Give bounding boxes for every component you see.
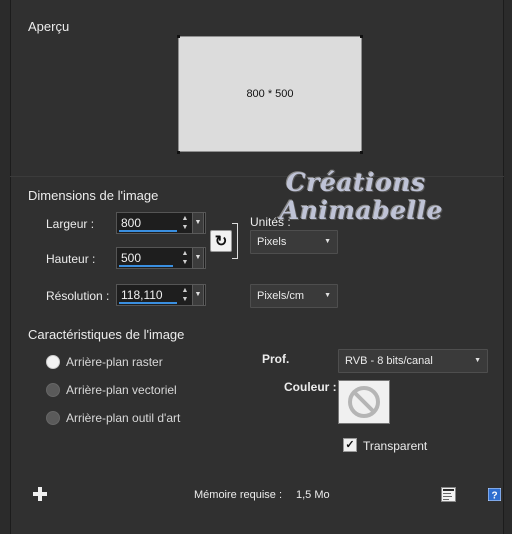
- transparent-checkbox[interactable]: ✓: [343, 438, 357, 452]
- plus-icon[interactable]: [33, 487, 47, 501]
- characteristics-title: Caractéristiques de l'image: [28, 327, 185, 342]
- preview-size-label: 800 * 500: [246, 88, 294, 100]
- color-swatch[interactable]: [338, 380, 390, 424]
- width-spinbox[interactable]: 800 ▲ ▼ ▼: [116, 212, 206, 234]
- width-stepper[interactable]: ▲ ▼: [180, 214, 190, 232]
- chevron-down-icon: ▼: [324, 292, 331, 299]
- resolution-stepper[interactable]: ▲ ▼: [180, 286, 190, 304]
- help-icon[interactable]: ?: [488, 488, 501, 501]
- preview-title: Aperçu: [28, 19, 70, 34]
- memory-label: Mémoire requise :: [194, 489, 283, 501]
- height-label: Hauteur :: [46, 252, 96, 266]
- radio-art-media-label[interactable]: Arrière-plan outil d'art: [66, 411, 180, 425]
- section-divider: [10, 176, 504, 177]
- height-stepper[interactable]: ▲ ▼: [180, 249, 190, 267]
- transparent-label[interactable]: Transparent: [363, 439, 427, 453]
- radio-art-media[interactable]: [46, 411, 60, 425]
- resolution-label: Résolution :: [46, 289, 110, 303]
- resolution-units-value: Pixels/cm: [257, 290, 305, 302]
- preview-corner: [177, 151, 180, 154]
- height-value: 500: [121, 251, 142, 265]
- units-label: Unités :: [250, 215, 291, 229]
- depth-value: RVB - 8 bits/canal: [345, 355, 433, 367]
- watermark-line2: Animabelle: [280, 196, 444, 225]
- svg-text:?: ?: [491, 491, 497, 502]
- link-aspect-ratio-button[interactable]: ↻: [210, 230, 232, 252]
- preview-corner: [360, 151, 363, 154]
- resolution-value: 118,110: [121, 288, 163, 302]
- units-value: Pixels: [257, 236, 287, 248]
- dimensions-title: Dimensions de l'image: [28, 188, 159, 203]
- memory-value: 1,5 Mo: [296, 489, 330, 501]
- resolution-units-select[interactable]: Pixels/cm ▼: [250, 284, 338, 308]
- radio-vector-label[interactable]: Arrière-plan vectoriel: [66, 383, 177, 397]
- watermark-line1: Créations: [286, 168, 426, 197]
- radio-raster-label[interactable]: Arrière-plan raster: [66, 355, 163, 369]
- link-bracket: [237, 223, 238, 259]
- width-value: 800: [121, 216, 142, 230]
- preview-corner: [360, 35, 363, 38]
- resolution-dropdown-button[interactable]: ▼: [192, 284, 204, 306]
- units-select[interactable]: Pixels ▼: [250, 230, 338, 254]
- width-label: Largeur :: [46, 217, 95, 231]
- chevron-down-icon: ▼: [324, 238, 331, 245]
- width-underline: [119, 230, 177, 232]
- chevron-down-icon: ▼: [474, 357, 481, 364]
- height-spinbox[interactable]: 500 ▲ ▼ ▼: [116, 247, 206, 269]
- preset-icon[interactable]: [441, 487, 456, 502]
- preview-image: 800 * 500: [178, 36, 362, 152]
- radio-raster[interactable]: [46, 355, 60, 369]
- height-dropdown-button[interactable]: ▼: [192, 247, 204, 269]
- link-bracket: [232, 258, 238, 259]
- depth-select[interactable]: RVB - 8 bits/canal ▼: [338, 349, 488, 373]
- no-color-icon: [348, 386, 380, 418]
- depth-label: Prof.: [262, 352, 290, 366]
- resolution-spinbox[interactable]: 118,110 ▲ ▼ ▼: [116, 284, 206, 306]
- height-underline: [119, 265, 173, 267]
- color-label: Couleur :: [284, 380, 337, 394]
- link-icon: ↻: [214, 233, 228, 250]
- width-dropdown-button[interactable]: ▼: [192, 212, 204, 234]
- resolution-underline: [119, 302, 177, 304]
- preview-corner: [177, 35, 180, 38]
- radio-vector[interactable]: [46, 383, 60, 397]
